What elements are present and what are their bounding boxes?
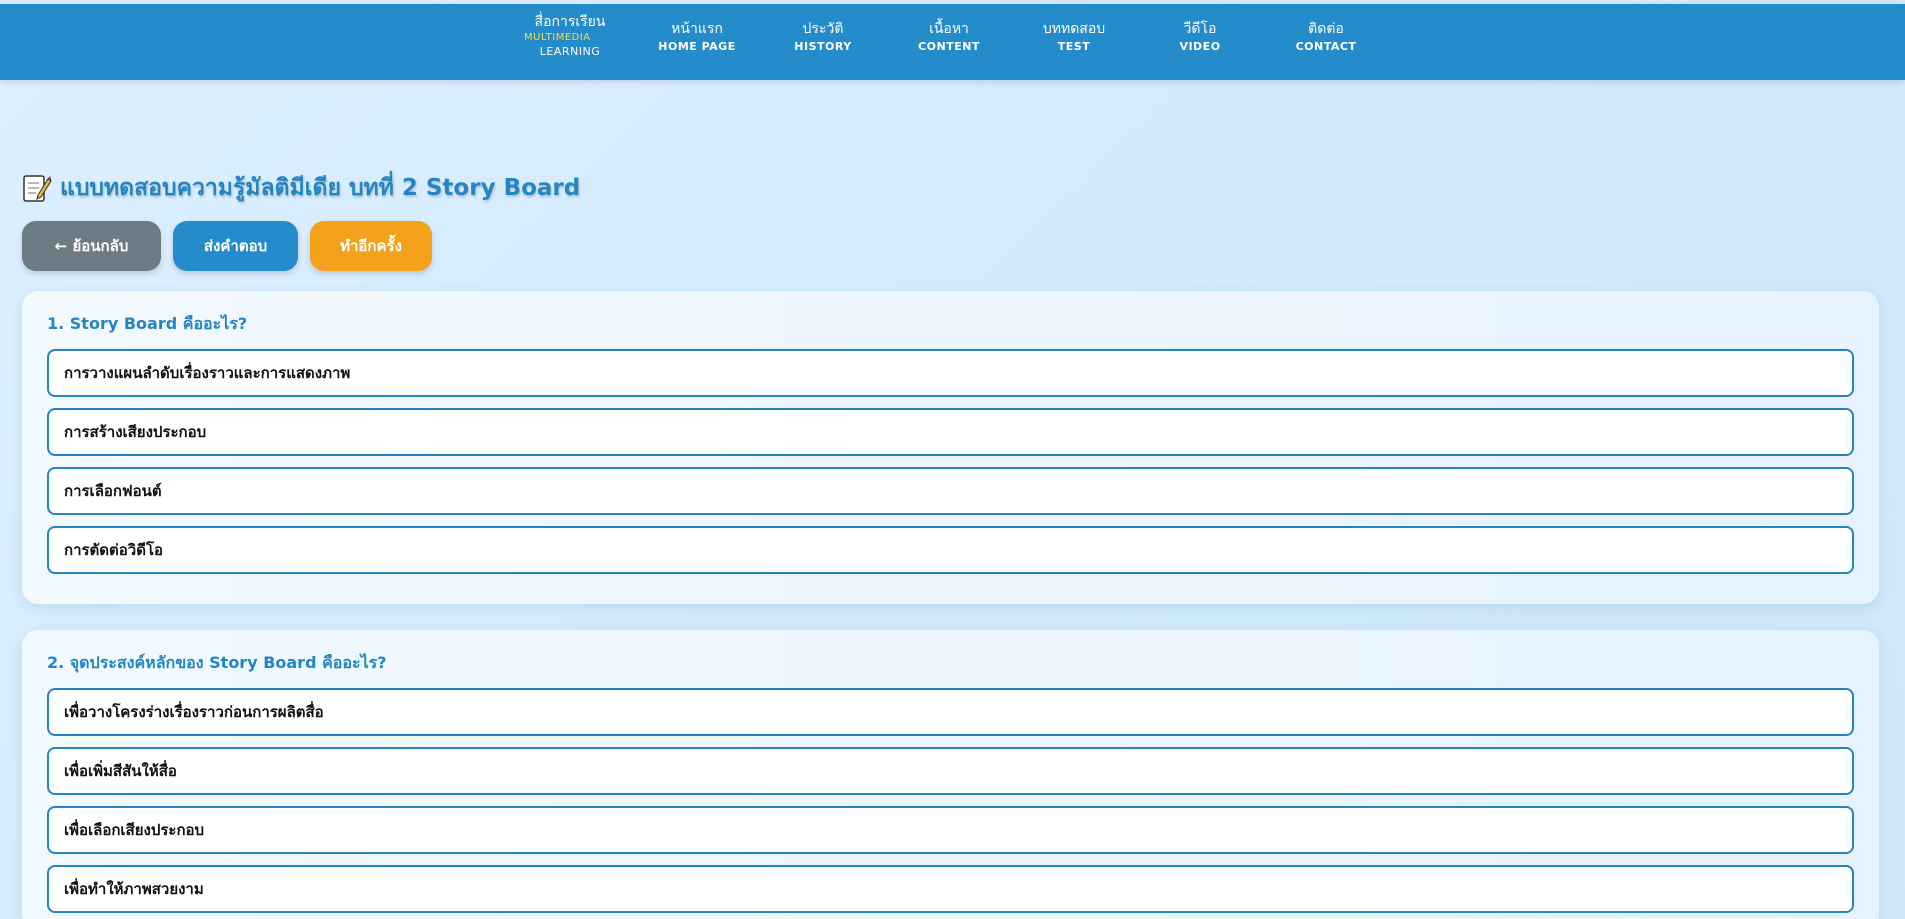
nav-contact-en: CONTACT	[1295, 40, 1357, 53]
answer-option[interactable]: การวางแผนลำดับเรื่องราวและการแสดงภาพ	[47, 349, 1854, 397]
answer-option[interactable]: เพื่อทำให้ภาพสวยงาม	[47, 865, 1854, 913]
question-text: 2. จุดประสงค์หลักของ Story Board คืออะไร…	[47, 653, 387, 672]
nav-contact-th: ติดต่อ	[1308, 21, 1344, 37]
nav-video-en: VIDEO	[1179, 40, 1221, 53]
nav-history-en: HISTORY	[794, 40, 852, 53]
answer-option[interactable]: การเลือกฟอนต์	[47, 467, 1854, 515]
nav-video-th: วีดีโอ	[1183, 21, 1217, 37]
submit-button[interactable]: ส่งคำตอบ	[173, 221, 298, 271]
nav-history[interactable]: ประวัติ HISTORY	[763, 19, 883, 55]
nav-test-th: บททดสอบ	[1042, 21, 1106, 37]
answer-option[interactable]: การสร้างเสียงประกอบ	[47, 408, 1854, 456]
retry-button[interactable]: ทำอีกครั้ง	[310, 221, 432, 271]
nav-home-th: หน้าแรก	[671, 21, 723, 37]
question-card-1: 1. Story Board คืออะไร? การวางแผนลำดับเร…	[22, 291, 1879, 604]
top-navbar: สื่อการเรียน MULTIMEDIA LEARNING หน้าแรก…	[0, 4, 1905, 80]
nav-content[interactable]: เนื้อหา CONTENT	[889, 19, 1009, 55]
nav-video[interactable]: วีดีโอ VIDEO	[1140, 19, 1260, 55]
answer-option[interactable]: เพื่อเพิ่มสีสันให้สื่อ	[47, 747, 1854, 795]
nav-content-th: เนื้อหา	[929, 21, 969, 37]
nav-content-en: CONTENT	[918, 40, 980, 53]
main-nav: หน้าแรก HOME PAGE ประวัติ HISTORY เนื้อห…	[0, 19, 1905, 59]
back-button[interactable]: ← ย้อนกลับ	[22, 221, 161, 271]
nav-home[interactable]: หน้าแรก HOME PAGE	[637, 19, 757, 55]
question-text: 1. Story Board คืออะไร?	[47, 314, 248, 333]
page-title-row: แบบทดสอบความรู้มัลติมีเดีย บทที่ 2 Story…	[22, 168, 580, 208]
nav-test[interactable]: บททดสอบ TEST	[1014, 19, 1134, 55]
question-card-2: 2. จุดประสงค์หลักของ Story Board คืออะไร…	[22, 630, 1879, 919]
memo-icon	[22, 173, 52, 203]
nav-test-en: TEST	[1057, 40, 1091, 53]
nav-contact[interactable]: ติดต่อ CONTACT	[1266, 19, 1386, 55]
answer-option[interactable]: เพื่อวางโครงร่างเรื่องราวก่อนการผลิตสื่อ	[47, 688, 1854, 736]
answer-option[interactable]: เพื่อเลือกเสียงประกอบ	[47, 806, 1854, 854]
nav-history-th: ประวัติ	[802, 21, 844, 37]
nav-home-en: HOME PAGE	[658, 40, 736, 53]
answer-option[interactable]: การตัดต่อวิดีโอ	[47, 526, 1854, 574]
page-title: แบบทดสอบความรู้มัลติมีเดีย บทที่ 2 Story…	[60, 175, 581, 201]
